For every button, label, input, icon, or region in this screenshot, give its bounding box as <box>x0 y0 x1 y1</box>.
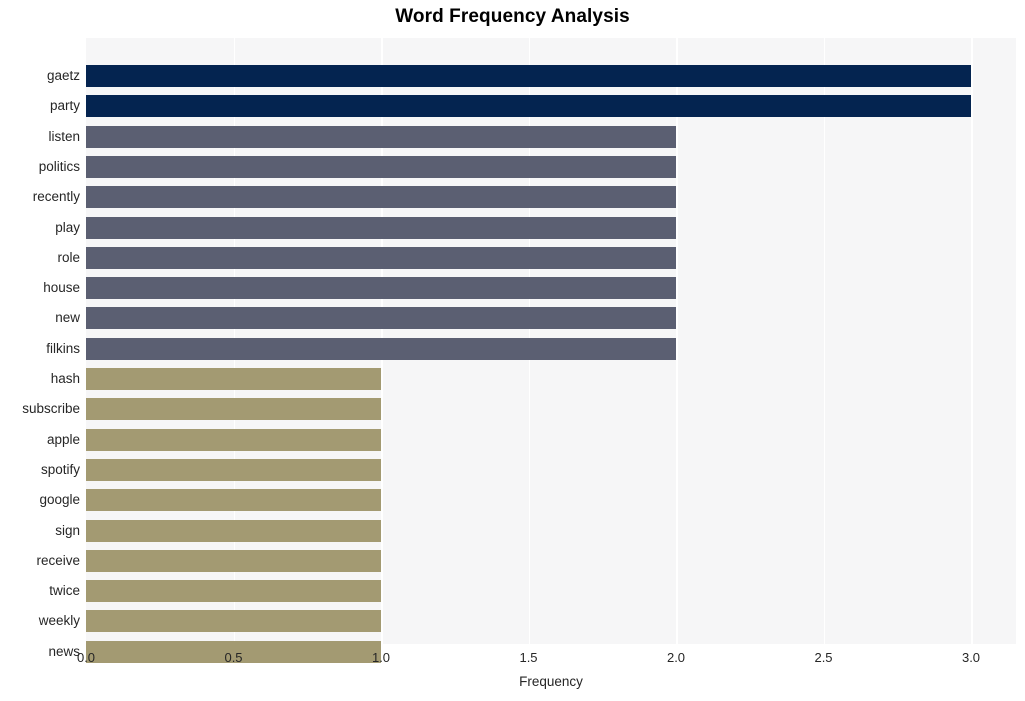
bar-party[interactable] <box>86 95 971 118</box>
y-tick-label-politics: politics <box>38 158 80 174</box>
y-tick-label-google: google <box>39 492 80 508</box>
y-tick-label-listen: listen <box>48 128 80 144</box>
x-tick-label-3.0: 3.0 <box>961 650 981 665</box>
bar-play[interactable] <box>86 216 676 239</box>
bar-twice[interactable] <box>86 580 381 603</box>
x-tick-label-1.5: 1.5 <box>519 650 538 665</box>
bar-subscribe[interactable] <box>86 398 381 421</box>
plot-area <box>86 38 1016 663</box>
y-tick-label-recently: recently <box>32 189 80 205</box>
x-tick-label-2.5: 2.5 <box>814 650 833 665</box>
bar-new[interactable] <box>86 307 676 330</box>
bar-hash[interactable] <box>86 368 381 390</box>
bar-politics[interactable] <box>86 155 676 178</box>
bar-sign[interactable] <box>86 519 381 542</box>
y-tick-label-filkins: filkins <box>46 340 80 356</box>
y-tick-label-role: role <box>57 249 80 265</box>
y-tick-label-apple: apple <box>46 431 80 447</box>
y-tick-label-play: play <box>55 219 80 235</box>
bar-apple[interactable] <box>86 428 381 451</box>
y-tick-label-subscribe: subscribe <box>22 401 80 417</box>
y-tick-label-receive: receive <box>36 552 80 568</box>
x-tick-label-1.0: 1.0 <box>371 650 391 665</box>
bar-listen[interactable] <box>86 125 676 148</box>
bar-house[interactable] <box>86 277 676 300</box>
y-tick-label-sign: sign <box>55 522 80 538</box>
y-tick-label-spotify: spotify <box>40 461 80 477</box>
x-axis-title: Frequency <box>519 674 583 689</box>
bar-gaetz[interactable] <box>86 65 971 87</box>
word-frequency-chart: Word Frequency Analysis gaetz party listen… <box>0 0 1025 701</box>
y-tick-label-hash: hash <box>50 371 80 386</box>
x-axis-tick-labels: 0.0 0.5 1.0 1.5 2.0 2.5 3.0 <box>0 650 1025 670</box>
chart-title: Word Frequency Analysis <box>395 6 630 27</box>
x-tick-label-0.5: 0.5 <box>224 650 243 665</box>
bar-weekly[interactable] <box>86 610 381 633</box>
bar-google[interactable] <box>86 489 381 512</box>
y-tick-label-gaetz: gaetz <box>46 68 80 83</box>
x-tick-label-0.0: 0.0 <box>76 650 96 665</box>
bar-receive[interactable] <box>86 549 381 572</box>
bar-recently[interactable] <box>86 186 676 209</box>
bar-filkins[interactable] <box>86 337 676 360</box>
y-axis-tick-labels: gaetz party listen politics recently play role… <box>0 38 80 659</box>
bar-role[interactable] <box>86 246 676 269</box>
y-tick-label-house: house <box>43 280 80 296</box>
bar-series <box>86 38 1016 663</box>
y-tick-label-new: new <box>55 310 80 326</box>
y-tick-label-weekly: weekly <box>38 613 80 629</box>
y-tick-label-party: party <box>49 98 80 114</box>
bar-spotify[interactable] <box>86 458 381 481</box>
x-tick-label-2.0: 2.0 <box>666 650 686 665</box>
y-tick-label-twice: twice <box>49 583 80 599</box>
